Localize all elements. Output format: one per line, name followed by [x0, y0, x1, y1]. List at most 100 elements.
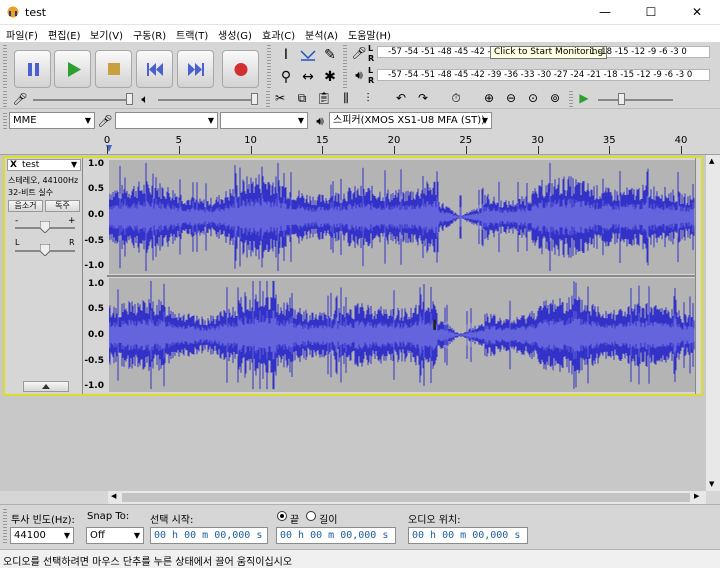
- selection-tool-icon[interactable]: I: [276, 45, 296, 65]
- vruler-top-m1: -1.0: [84, 261, 104, 271]
- waveform-left-svg: [108, 162, 695, 272]
- menu-help[interactable]: 도움말(H): [348, 27, 391, 42]
- fit-project-icon[interactable]: ⊚: [546, 89, 564, 107]
- mic-volume-icon: 🎤︎: [12, 92, 28, 106]
- playback-device-select[interactable]: 스피커(XMOS XS1-U8 MFA (ST)) ▼: [329, 112, 492, 129]
- selection-toolbar: 투사 빈도(Hz): 44100 ▼ Snap To: Off ▼ 선택 시작: 0…: [0, 504, 720, 549]
- pan-left-label: L: [15, 238, 20, 247]
- play-speed-slider[interactable]: [598, 99, 673, 101]
- track-resize-edge[interactable]: [695, 158, 701, 394]
- sync-lock-icon[interactable]: ⏱︎: [447, 89, 465, 107]
- playback-meter-ticks: -57 -54 -51 -48 -45 -42 -39 -36 -33 -30 …: [388, 70, 693, 80]
- pan-slider-thumb[interactable]: [40, 244, 50, 256]
- copy-icon[interactable]: ⧉: [293, 89, 311, 107]
- scroll-up-icon[interactable]: ▲: [709, 157, 714, 165]
- chevron-down-icon: ▼: [481, 116, 488, 125]
- gain-slider-thumb[interactable]: [40, 221, 50, 233]
- audio-position-field[interactable]: 00 h 00 m 00,000 s: [408, 527, 528, 544]
- playback-volume-thumb[interactable]: [251, 93, 258, 105]
- solo-button[interactable]: 독주: [45, 200, 80, 212]
- selection-end-field[interactable]: 00 h 00 m 00,000 s: [276, 527, 396, 544]
- audio-host-select[interactable]: MME ▼: [9, 112, 95, 129]
- length-radio-label: 길이: [319, 515, 338, 526]
- undo-icon[interactable]: ↶: [392, 89, 410, 107]
- waveform-right-channel[interactable]: [108, 278, 695, 392]
- menu-effect[interactable]: 효과(C): [262, 27, 295, 42]
- playback-volume-slider[interactable]: [158, 99, 258, 101]
- envelope-tool-icon[interactable]: [298, 45, 318, 65]
- minimize-button[interactable]: —: [582, 0, 628, 25]
- toolbar-grip[interactable]: [343, 45, 347, 89]
- toolbar-grip[interactable]: [3, 91, 7, 107]
- silence-icon[interactable]: ⫶: [359, 89, 377, 107]
- project-rate-select[interactable]: 44100 ▼: [10, 527, 74, 544]
- recording-volume-slider[interactable]: [33, 99, 133, 101]
- pause-button[interactable]: [14, 50, 51, 88]
- menu-view[interactable]: 보기(V): [90, 27, 123, 42]
- device-toolbar: MME ▼ 🎤︎ ▼ ▼ 🔊︎ 스피커(XMOS XS1-U8 MFA (ST))…: [0, 110, 720, 132]
- track-name-menu[interactable]: X test ▼: [7, 159, 81, 171]
- menu-file[interactable]: 파일(F): [6, 27, 38, 42]
- toolbar-grip[interactable]: [569, 91, 573, 107]
- track-area[interactable]: X test ▼ 스테레오, 44100Hz 32-비트 실수 음소거 독주 -…: [0, 155, 706, 491]
- mute-button[interactable]: 음소거: [8, 200, 43, 212]
- play-at-speed-icon[interactable]: ▶: [575, 89, 593, 107]
- cut-icon[interactable]: ✂: [271, 89, 289, 107]
- track-close-button[interactable]: X: [10, 160, 17, 170]
- collapse-track-button[interactable]: [23, 381, 69, 392]
- recording-device-select[interactable]: ▼: [115, 112, 218, 129]
- vertical-scrollbar[interactable]: ▲ ▼: [706, 155, 720, 491]
- multi-tool-icon[interactable]: ✱: [320, 67, 340, 87]
- waveform-left-channel[interactable]: [108, 160, 695, 274]
- end-radio[interactable]: [277, 511, 287, 521]
- skip-to-end-button[interactable]: [177, 50, 214, 88]
- toolbar-grip[interactable]: [3, 45, 7, 89]
- chevron-down-icon: ▼: [297, 116, 304, 125]
- scroll-left-icon[interactable]: ◀: [111, 492, 116, 500]
- scroll-right-icon[interactable]: ▶: [694, 492, 699, 500]
- horizontal-scroll-thumb[interactable]: [122, 493, 690, 502]
- fit-selection-icon[interactable]: ⊙: [524, 89, 542, 107]
- zoom-out-icon[interactable]: ⊖: [502, 89, 520, 107]
- menu-analyze[interactable]: 분석(A): [305, 27, 338, 42]
- scroll-down-icon[interactable]: ▼: [709, 480, 714, 488]
- snap-to-select[interactable]: Off ▼: [86, 527, 144, 544]
- skip-to-start-button[interactable]: [136, 50, 173, 88]
- redo-icon[interactable]: ↷: [414, 89, 432, 107]
- toolbar-grip[interactable]: [266, 91, 270, 107]
- status-bar: 오디오를 선택하려면 마우스 단추를 누른 상태에서 끌어 움직이십시오: [0, 549, 720, 568]
- draw-tool-icon[interactable]: ✎: [320, 45, 340, 65]
- menu-tracks[interactable]: 트랙(T): [176, 27, 208, 42]
- playback-meter-speaker-icon[interactable]: 🔊︎: [350, 66, 368, 84]
- toolbar-grip[interactable]: [3, 509, 7, 545]
- toolbar-grip[interactable]: [267, 45, 271, 89]
- menu-transport[interactable]: 구동(R): [133, 27, 166, 42]
- record-icon: [234, 63, 248, 76]
- recording-channels-select[interactable]: ▼: [220, 112, 308, 129]
- paste-icon[interactable]: 📋︎: [315, 89, 333, 107]
- horizontal-scrollbar[interactable]: ◀ ▶: [108, 491, 706, 504]
- zoom-tool-icon[interactable]: ⚲: [276, 67, 296, 87]
- record-button[interactable]: [222, 50, 259, 88]
- close-window-button[interactable]: ✕: [674, 0, 720, 25]
- selection-start-field[interactable]: 00 h 00 m 00,000 s: [150, 527, 268, 544]
- playback-meter[interactable]: -57 -54 -51 -48 -45 -42 -39 -36 -33 -30 …: [377, 69, 710, 81]
- menu-edit[interactable]: 편집(E): [48, 27, 81, 42]
- timeline-ruler[interactable]: 0 5 10 15 20 25 30 35 40: [0, 132, 720, 155]
- ruler-tick-mark: [465, 146, 467, 154]
- trim-icon[interactable]: ⫼: [337, 89, 355, 107]
- recording-volume-thumb[interactable]: [126, 93, 133, 105]
- zoom-in-icon[interactable]: ⊕: [480, 89, 498, 107]
- toolbar-grip[interactable]: [3, 113, 7, 129]
- maximize-button[interactable]: ☐: [628, 0, 674, 25]
- play-button[interactable]: [54, 50, 91, 88]
- end-radio-label: 끝: [290, 515, 300, 526]
- audio-track[interactable]: X test ▼ 스테레오, 44100Hz 32-비트 실수 음소거 독주 -…: [3, 156, 703, 396]
- record-meter-mic-icon[interactable]: 🎤︎: [350, 44, 368, 62]
- window-title: test: [25, 6, 47, 19]
- stop-button[interactable]: [95, 50, 132, 88]
- time-shift-tool-icon[interactable]: ↔: [298, 67, 318, 87]
- menu-generate[interactable]: 생성(G): [218, 27, 252, 42]
- length-radio[interactable]: [306, 511, 316, 521]
- play-speed-thumb[interactable]: [618, 93, 625, 105]
